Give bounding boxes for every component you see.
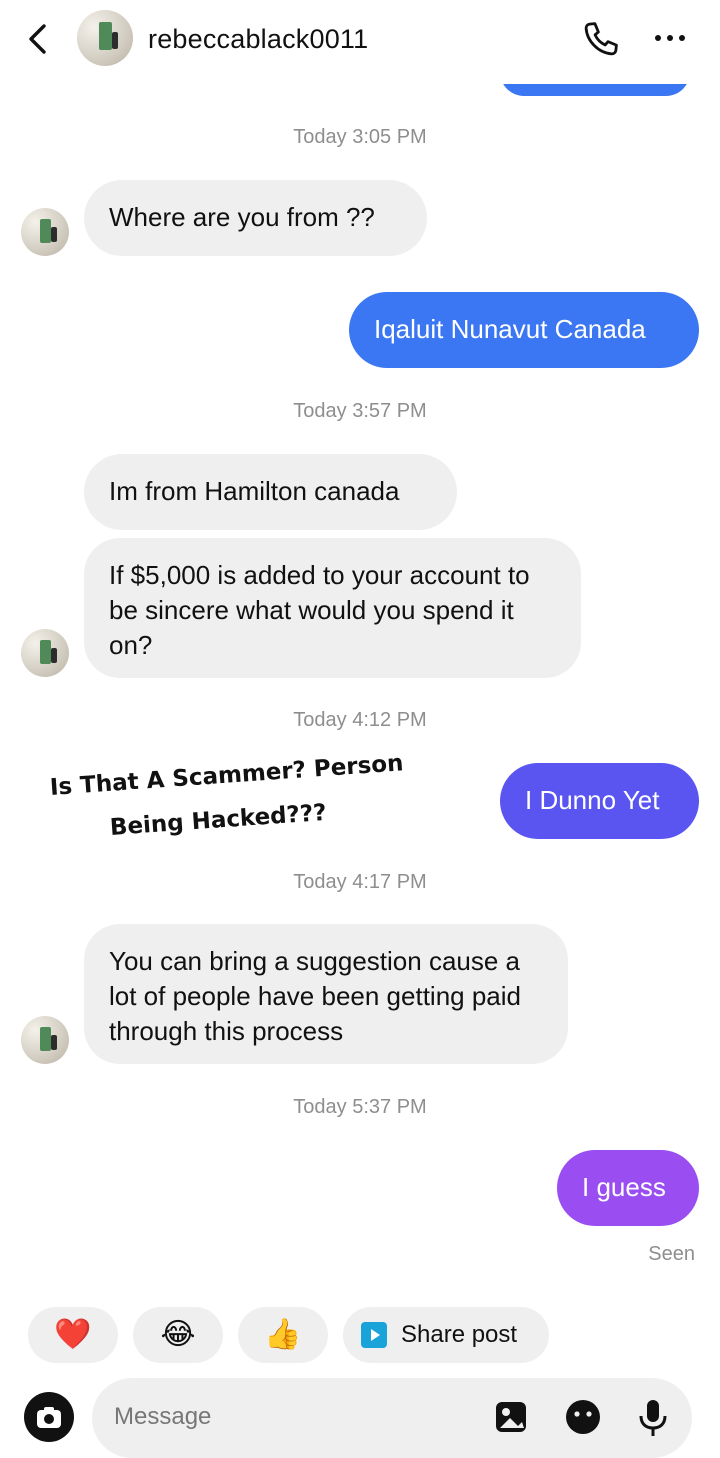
timestamp: Today 4:12 PM — [293, 709, 427, 731]
quick-reaction-heart[interactable]: ❤️ — [28, 1307, 118, 1363]
sent-message[interactable]: I Dunno Yet — [500, 763, 699, 839]
share-post-icon — [361, 1322, 387, 1348]
quick-reaction-laugh[interactable]: 😂 — [133, 1307, 223, 1363]
sender-avatar[interactable] — [21, 629, 69, 677]
received-message[interactable]: If $5,000 is added to your account to be… — [84, 538, 581, 678]
heart-emoji-icon: ❤️ — [54, 1318, 92, 1351]
timestamp: Today 4:17 PM — [293, 871, 427, 893]
laughing-emoji-icon: 😂 — [160, 1318, 196, 1351]
sticker-icon[interactable] — [562, 1396, 604, 1438]
overlay-caption-line-1: Is That A Scammer? Person — [49, 750, 405, 801]
camera-icon[interactable] — [24, 1392, 74, 1442]
chat-header: rebeccablack0011 — [0, 0, 720, 84]
timestamp: Today 3:57 PM — [293, 400, 427, 422]
back-arrow-icon[interactable] — [22, 20, 54, 58]
received-message[interactable]: Im from Hamilton canada — [84, 454, 457, 530]
sent-message[interactable]: Iqaluit Nunavut Canada — [349, 292, 699, 368]
sender-avatar[interactable] — [21, 1016, 69, 1064]
message-input[interactable] — [112, 1402, 446, 1432]
share-post-button[interactable]: Share post — [343, 1307, 549, 1363]
seen-receipt: Seen — [648, 1243, 695, 1265]
received-message[interactable]: You can bring a suggestion cause a lot o… — [84, 924, 568, 1064]
timestamp: Today 5:37 PM — [293, 1096, 427, 1118]
thumbs-up-emoji-icon: 👍 — [264, 1318, 302, 1351]
received-message[interactable]: Where are you from ?? — [84, 180, 427, 256]
contact-avatar[interactable] — [77, 10, 133, 66]
sent-message[interactable]: I guess — [557, 1150, 699, 1226]
timestamp: Today 3:05 PM — [293, 126, 427, 148]
contact-username[interactable]: rebeccablack0011 — [148, 24, 368, 55]
more-options-icon[interactable] — [650, 28, 690, 48]
sender-avatar[interactable] — [21, 208, 69, 256]
quick-reaction-thumbs-up[interactable]: 👍 — [238, 1307, 328, 1363]
gallery-icon[interactable] — [492, 1396, 534, 1438]
message-composer — [92, 1378, 692, 1458]
phone-call-icon[interactable] — [580, 18, 622, 60]
share-post-label: Share post — [401, 1321, 518, 1348]
microphone-icon[interactable] — [632, 1396, 674, 1438]
